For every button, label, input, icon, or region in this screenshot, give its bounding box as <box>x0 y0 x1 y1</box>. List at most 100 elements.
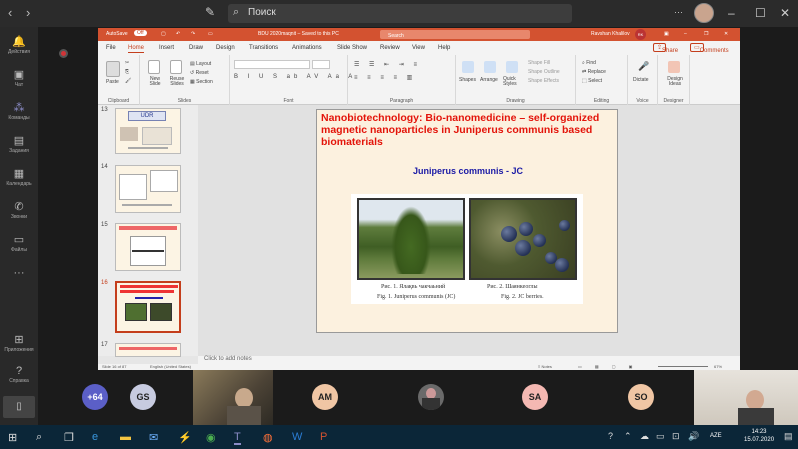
participant-photo-avatar[interactable] <box>418 384 444 410</box>
tab-help[interactable]: Help <box>438 45 450 51</box>
participant-avatar[interactable]: SO <box>628 384 654 410</box>
zoom-slider[interactable] <box>658 366 708 367</box>
ppt-user-avatar[interactable]: RK <box>635 29 646 40</box>
tab-view[interactable]: View <box>412 45 425 51</box>
find-button[interactable]: ⌕ Find <box>582 60 596 66</box>
tab-home[interactable]: Home <box>128 45 145 53</box>
language-status[interactable]: English (United States) <box>150 364 191 369</box>
view-buttons[interactable]: ▭ ▦ ▢ ▣ <box>578 364 638 369</box>
paste-button[interactable]: Paste <box>106 79 119 85</box>
rail-item-assignments[interactable]: ▤ Задания <box>0 134 38 154</box>
ppt-restore-icon[interactable]: ❐ <box>704 31 708 37</box>
file-explorer-icon[interactable]: ▬ <box>120 431 131 443</box>
slide-thumbnail-15[interactable] <box>115 223 181 271</box>
dictate-button[interactable]: Dictate <box>633 77 649 83</box>
slide-title[interactable]: Nanobiotechnology: Bio-nanomedicine – se… <box>321 112 611 148</box>
tab-transitions[interactable]: Transitions <box>249 45 278 51</box>
font-format-buttons[interactable]: B I U S ab AV Aa A <box>234 74 356 80</box>
quick-styles-button[interactable]: Quick Styles <box>503 77 523 87</box>
present-icon[interactable]: ▭ <box>208 31 213 37</box>
current-slide[interactable]: Nanobiotechnology: Bio-nanomedicine – se… <box>316 109 618 333</box>
start-icon[interactable]: ⊞ <box>8 431 17 444</box>
rail-item-calendar[interactable]: ▦ Календарь <box>0 167 38 187</box>
system-clock[interactable]: 14:23 15.07.2020 <box>744 428 774 444</box>
arrange-button[interactable]: Arrange <box>480 77 498 83</box>
minimize-icon[interactable]: – <box>728 6 735 20</box>
input-language[interactable]: AZE <box>710 433 722 439</box>
app-icon[interactable]: ⚡ <box>178 431 192 444</box>
device-icon[interactable]: ▯ <box>3 396 35 418</box>
tab-animations[interactable]: Animations <box>292 45 322 51</box>
slide-thumbnail-14[interactable] <box>115 165 181 213</box>
help-icon[interactable]: ? <box>608 431 613 441</box>
shapes-icon[interactable] <box>462 61 474 73</box>
shape-effects-button[interactable]: Shape Effects <box>528 78 559 84</box>
select-button[interactable]: ⬚ Select <box>582 78 602 84</box>
search-icon[interactable]: ⌕ <box>36 431 42 444</box>
tab-design[interactable]: Design <box>216 45 235 51</box>
notes-pane[interactable]: Click to add notes <box>198 356 740 364</box>
user-avatar[interactable] <box>694 3 714 23</box>
rail-item-activity[interactable]: 🔔 Действия <box>0 35 38 55</box>
ppt-close-icon[interactable]: ✕ <box>724 31 728 37</box>
new-slide-button[interactable]: New Slide <box>144 77 166 87</box>
shape-outline-button[interactable]: Shape Outline <box>528 69 560 75</box>
reset-button[interactable]: ↺ Reset <box>190 70 209 76</box>
forward-icon[interactable]: › <box>26 5 30 20</box>
quick-styles-icon[interactable] <box>506 61 518 73</box>
undo-icon[interactable]: ↶ <box>176 31 180 37</box>
teams-icon[interactable]: T <box>234 431 241 445</box>
align-buttons[interactable]: ≡ ≡ ≡ ≡ ▥ <box>354 74 416 81</box>
arrange-icon[interactable] <box>484 61 496 73</box>
design-ideas-button[interactable]: Design Ideas <box>662 77 688 87</box>
firefox-icon[interactable]: ◍ <box>263 431 273 444</box>
rail-item-files[interactable]: ▭ Файлы <box>0 233 38 253</box>
font-name-select[interactable] <box>234 60 310 69</box>
mail-icon[interactable]: ✉ <box>149 431 158 444</box>
new-slide-icon[interactable] <box>148 60 160 74</box>
ribbon-display-icon[interactable]: ▣ <box>664 31 669 37</box>
shape-fill-button[interactable]: Shape Fill <box>528 60 550 66</box>
cut-icon[interactable]: ✂ <box>125 60 129 66</box>
participant-video-2[interactable] <box>694 370 798 425</box>
tab-file[interactable]: File <box>106 45 116 51</box>
replace-button[interactable]: ⇄ Replace <box>582 69 606 75</box>
reuse-slides-button[interactable]: Reuse Slides <box>166 77 188 87</box>
copy-icon[interactable]: ⎘ <box>125 69 129 75</box>
notifications-icon[interactable]: ▤ <box>784 431 793 442</box>
rail-item-help[interactable]: ? Справка <box>0 365 38 384</box>
tab-slide-show[interactable]: Slide Show <box>337 45 367 51</box>
share-button[interactable]: ⇪ Share <box>653 43 678 54</box>
word-icon[interactable]: W <box>292 431 302 443</box>
shapes-button[interactable]: Shapes <box>459 77 476 83</box>
slide-thumbnail-17[interactable] <box>115 343 181 357</box>
list-buttons[interactable]: ☰ ☰ ⇤ ⇥ ≡ <box>354 61 421 68</box>
participant-avatar[interactable]: AM <box>312 384 338 410</box>
tab-insert[interactable]: Insert <box>159 45 174 51</box>
rail-item-calls[interactable]: ✆ Звонки <box>0 200 38 220</box>
search-input[interactable]: ⌕ Поиск <box>228 4 572 23</box>
slide-photo-group[interactable]: Рис. 1. Ялақвь чакчаьний Рис. 2. Шаянкео… <box>351 194 583 304</box>
more-options-icon[interactable]: ··· <box>674 7 683 17</box>
rail-item-apps[interactable]: ⊞ Приложения <box>0 333 38 353</box>
participant-avatar[interactable]: GS <box>130 384 156 410</box>
redo-icon[interactable]: ↷ <box>191 31 195 37</box>
save-icon[interactable]: ▢ <box>161 31 166 37</box>
font-size-select[interactable] <box>312 60 330 69</box>
maximize-icon[interactable]: ☐ <box>755 6 766 20</box>
design-ideas-icon[interactable] <box>668 61 680 73</box>
tab-draw[interactable]: Draw <box>189 45 203 51</box>
layout-button[interactable]: ▤ Layout <box>190 61 211 67</box>
participant-video-1[interactable] <box>193 370 273 425</box>
paste-icon[interactable] <box>106 61 120 77</box>
compose-icon[interactable]: ✎ <box>205 5 215 19</box>
chrome-icon[interactable]: ◉ <box>206 431 216 444</box>
zoom-level[interactable]: 67% <box>714 364 722 369</box>
edge-icon[interactable]: e <box>92 431 98 443</box>
tab-review[interactable]: Review <box>380 45 400 51</box>
rail-item-teams[interactable]: ⁂ Команды <box>0 101 38 121</box>
notes-toggle[interactable]: ≡ Notes <box>538 364 552 369</box>
powerpoint-icon[interactable]: P <box>320 431 327 443</box>
microphone-icon[interactable]: 🎤 <box>638 61 649 72</box>
cloud-icon[interactable]: ☁ <box>640 431 649 442</box>
